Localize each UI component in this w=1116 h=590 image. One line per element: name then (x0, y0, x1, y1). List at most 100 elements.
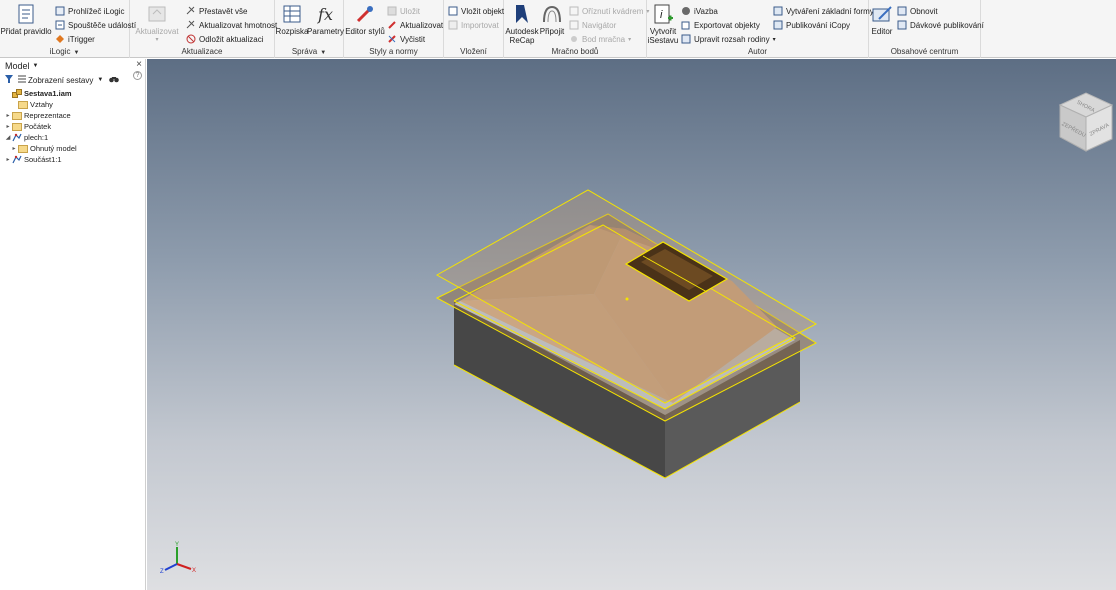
bom-button[interactable]: Rozpiska (276, 3, 308, 36)
expand-toggle-icon[interactable]: ▸ (10, 145, 18, 152)
update-label: Aktualizovat (135, 27, 179, 36)
create-label-1: Vytvořit (649, 27, 677, 36)
publish-icopy-button[interactable]: Publikování iCopy (772, 19, 850, 31)
chevron-down-icon: ▼ (73, 50, 80, 56)
crop-box-label: Oříznutí kvádrem (582, 6, 644, 16)
model-tree: Sestava1.iam Vztahy ▸ Reprezentace ▸ Počátek ◢… (0, 87, 145, 165)
cloud-point-icon (568, 34, 579, 45)
chevron-down-icon: ▼ (97, 77, 104, 83)
recap-icon (511, 3, 533, 25)
parameters-button[interactable]: fx Parametry (307, 3, 344, 36)
rebuild-all-button[interactable]: Přestavět vše (185, 5, 247, 17)
batch-publish-button[interactable]: Dávkové publikování (896, 19, 984, 31)
filter-icon[interactable] (4, 74, 14, 86)
tree-item[interactable]: ▸ Počátek (0, 121, 145, 132)
tree-item[interactable]: ▸ Součást1:1 (0, 154, 145, 165)
update-icon (146, 3, 168, 25)
import-button[interactable]: Importovat (447, 19, 499, 31)
base-form-button[interactable]: Vytváření základní formy (772, 5, 874, 17)
panel-toolbar: Zobrazení sestavy ▼ (0, 73, 145, 87)
update-button[interactable]: Aktualizovat ▾ (135, 3, 179, 45)
tree-item-label: Počátek (24, 122, 52, 131)
expand-toggle-icon[interactable]: ▸ (4, 156, 12, 163)
tree-item-label: Součást1:1 (24, 155, 62, 164)
recap-label-1: Autodesk (505, 27, 539, 36)
event-triggers-button[interactable]: Spouštěče událostí (54, 19, 136, 31)
ilogic-browser-button[interactable]: Prohlížeč iLogic (54, 5, 124, 17)
group-manage: Rozpiska fx Parametry Správa ▼ (275, 0, 344, 58)
group-title-author: Autor (747, 47, 768, 56)
itrigger-button[interactable]: iTrigger (54, 33, 95, 45)
add-rule-button[interactable]: Přidat pravidlo (0, 3, 52, 36)
bom-label: Rozpiska (275, 27, 309, 36)
insert-object-label: Vložit objekt (461, 6, 505, 16)
attach-label: Připojit (539, 27, 565, 36)
edit-family-button[interactable]: Upravit rozsah rodiny ▾ (680, 33, 776, 45)
tree-item[interactable]: Vztahy (0, 99, 145, 110)
chevron-down-icon: ▼ (320, 50, 327, 56)
tree-item[interactable]: Sestava1.iam (0, 88, 145, 99)
insert-object-button[interactable]: Vložit objekt (447, 5, 504, 17)
view-dropdown[interactable]: Zobrazení sestavy ▼ (18, 75, 103, 85)
refresh-icon (896, 6, 907, 17)
group-title-update: Aktualizace (181, 47, 223, 56)
group-title-ilogic[interactable]: iLogic ▼ (0, 47, 129, 56)
expand-toggle-icon[interactable]: ◢ (4, 134, 12, 141)
expand-toggle-icon[interactable]: ▸ (4, 112, 12, 119)
refresh-button[interactable]: Obnovit (896, 5, 938, 17)
update-mass-label: Aktualizovat hmotnost (199, 20, 278, 30)
defer-update-button[interactable]: Odložit aktualizaci (185, 33, 263, 45)
save-style-button[interactable]: Uložit (386, 5, 420, 17)
chevron-down-icon[interactable]: ▼ (33, 63, 39, 69)
chevron-down-icon: ▾ (155, 37, 159, 43)
tree-item[interactable]: ◢ plech:1 (0, 132, 145, 143)
tree-item[interactable]: ▸ Ohnutý model (0, 143, 145, 154)
group-ilogic: Přidat pravidlo Prohlížeč iLogic Spouště… (0, 0, 136, 58)
group-title-styles: Styly a normy (369, 47, 418, 56)
tree-item-label: Ohnutý model (30, 144, 77, 153)
content-editor-icon (871, 3, 893, 25)
batch-publish-label: Dávkové publikování (910, 20, 984, 30)
group-title-insert: Vložení (460, 47, 487, 56)
close-icon[interactable]: × (136, 59, 142, 70)
content-editor-button[interactable]: Editor (870, 3, 894, 36)
help-icon[interactable]: ? (133, 71, 142, 80)
update-mass-button[interactable]: Aktualizovat hmotnost (185, 19, 277, 31)
navigator-icon (568, 20, 579, 31)
export-objects-button[interactable]: Exportovat objekty (680, 19, 760, 31)
create-iassembly-icon: i (652, 3, 674, 25)
style-editor-button[interactable]: Editor stylů (345, 3, 385, 36)
itrigger-label: iTrigger (68, 34, 95, 44)
tree-item[interactable]: ▸ Reprezentace (0, 110, 145, 121)
cloud-point-button[interactable]: Bod mračna ▾ (568, 33, 631, 45)
refresh-label: Obnovit (910, 6, 938, 16)
purge-style-button[interactable]: Vyčistit (386, 33, 425, 45)
center-point[interactable] (625, 297, 629, 301)
iconstraint-label: iVazba (694, 6, 718, 16)
create-label-2: iSestavu (647, 36, 679, 45)
model-scene[interactable] (147, 59, 1116, 590)
recap-button[interactable]: Autodesk ReCap (505, 3, 539, 45)
update-style-button[interactable]: Aktualizovat (386, 19, 443, 31)
graphics-viewport[interactable]: SHORA ZEPŘEDU ZPRAVA Y X Z (147, 59, 1116, 590)
import-icon (447, 20, 458, 31)
crop-box-icon (568, 6, 579, 17)
tree-item-label: Vztahy (30, 100, 53, 109)
style-editor-label: Editor stylů (345, 27, 385, 36)
create-iassembly-button[interactable]: i Vytvořit iSestavu (648, 3, 678, 45)
viewcube[interactable]: SHORA ZEPŘEDU ZPRAVA (1056, 87, 1116, 159)
group-title-manage[interactable]: Správa ▼ (275, 47, 343, 56)
expand-toggle-icon[interactable]: ▸ (4, 123, 12, 130)
add-rule-label: Přidat pravidlo (0, 27, 52, 36)
folder-icon (18, 100, 28, 109)
attach-button[interactable]: Připojit (538, 3, 566, 36)
folder-icon (18, 144, 28, 153)
navigator-button[interactable]: Navigátor (568, 19, 616, 31)
binoculars-icon[interactable] (109, 75, 120, 85)
insert-object-icon (447, 6, 458, 17)
iconstraint-button[interactable]: iVazba (680, 5, 718, 17)
manage-title: Správa (291, 47, 318, 56)
group-title-content: Obsahové centrum (890, 47, 959, 56)
crop-box-button[interactable]: Oříznutí kvádrem ▾ (568, 5, 649, 17)
panel-title[interactable]: Model (5, 61, 30, 71)
